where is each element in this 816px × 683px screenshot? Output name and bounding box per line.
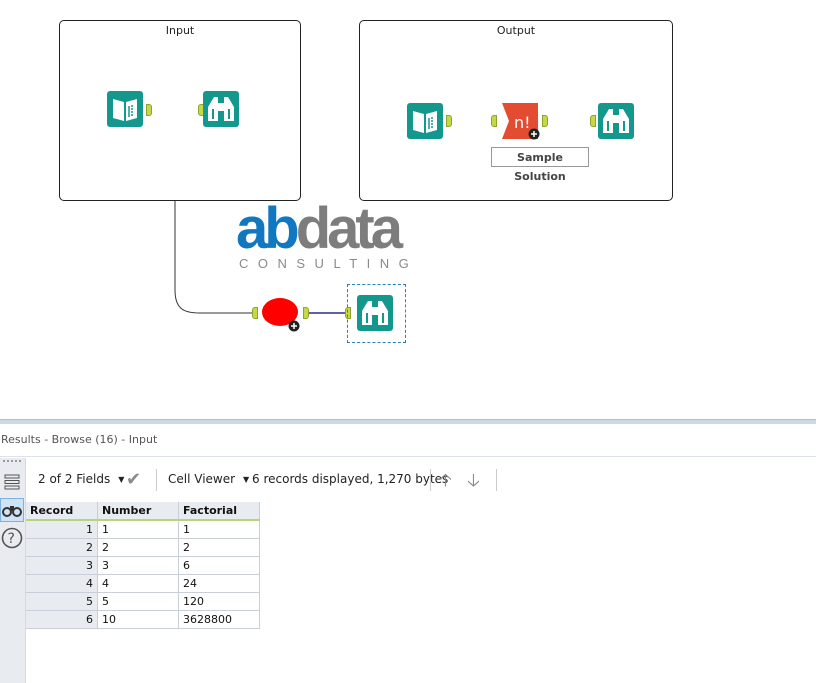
results-grid[interactable]: Record Number Factorial 1 1 1 2 2 2 3 3 … (26, 502, 260, 629)
table-row[interactable]: 3 3 6 (26, 556, 260, 575)
number-cell[interactable]: 2 (97, 538, 179, 557)
svg-text:?: ? (8, 531, 15, 547)
record-cell[interactable]: 2 (26, 538, 98, 557)
grid-header-row: Record Number Factorial (26, 502, 260, 521)
logo-subtitle: CONSULTING (239, 256, 419, 271)
chevron-down-icon: ▼ (243, 475, 250, 484)
factorial-cell[interactable]: 1 (178, 520, 260, 539)
logo-data: data (295, 196, 403, 261)
table-row[interactable]: 2 2 2 (26, 538, 260, 557)
browse-icon (203, 91, 239, 127)
input-anchor[interactable] (491, 115, 497, 127)
list-view-button[interactable] (0, 470, 24, 494)
browse-tool-selected[interactable] (357, 295, 393, 335)
container-input[interactable]: Input (59, 20, 301, 201)
column-header-record[interactable]: Record (26, 502, 98, 521)
table-row[interactable]: 4 4 24 (26, 574, 260, 593)
help-icon: ? (1, 527, 23, 549)
input-anchor[interactable] (252, 307, 258, 319)
arrow-down-icon[interactable]: 🡣 (467, 468, 480, 498)
input-anchor[interactable] (590, 115, 596, 127)
table-row[interactable]: 6 10 3628800 (26, 610, 260, 629)
browse-icon (598, 103, 634, 139)
factorial-macro-tool[interactable]: n! (502, 103, 542, 145)
results-title: Results - Browse (16) - Input (1, 433, 158, 446)
factorial-cell[interactable]: 120 (178, 592, 260, 611)
output-anchor[interactable] (146, 104, 152, 116)
table-row[interactable]: 1 1 1 (26, 520, 260, 539)
viewer-selector[interactable]: Cell Viewer ▼ (168, 472, 249, 486)
tool-annotation[interactable]: Sample Solution (491, 147, 589, 183)
arrow-up-icon[interactable]: 🡡 (439, 468, 452, 498)
error-macro-icon (262, 298, 300, 332)
macro-glyph: n! (514, 113, 531, 132)
number-cell[interactable]: 3 (97, 556, 179, 575)
factorial-cell[interactable]: 24 (178, 574, 260, 593)
help-button[interactable]: ? (0, 526, 24, 550)
browse-icon (357, 295, 393, 331)
results-toolbar: 2 of 2 Fields ▼ ✔ Cell Viewer ▼ 6 records … (26, 460, 816, 500)
number-cell[interactable]: 1 (97, 520, 179, 539)
container-title: Output (496, 24, 536, 37)
workflow-canvas[interactable]: Input Output n! Sample Solution abdata C… (0, 0, 816, 420)
record-cell[interactable]: 6 (26, 610, 98, 629)
abdata-logo: abdata CONSULTING (236, 196, 436, 276)
binoculars-icon (2, 506, 22, 517)
record-cell[interactable]: 4 (26, 574, 98, 593)
number-cell[interactable]: 5 (97, 592, 179, 611)
number-cell[interactable]: 10 (97, 610, 179, 629)
factorial-cell[interactable]: 2 (178, 538, 260, 557)
error-macro-tool[interactable] (261, 296, 303, 336)
input-data-tool[interactable] (107, 91, 143, 131)
toolbar-separator (430, 469, 431, 491)
chevron-down-icon: ▼ (118, 475, 125, 484)
input-data-icon (407, 103, 443, 139)
grip-handle[interactable] (3, 460, 21, 465)
toolbar-separator (156, 469, 157, 491)
record-cell[interactable]: 1 (26, 520, 98, 539)
fields-selector[interactable]: 2 of 2 Fields ▼ (38, 472, 124, 486)
factorial-cell[interactable]: 6 (178, 556, 260, 575)
input-data-tool[interactable] (407, 103, 443, 143)
results-header: Results - Browse (16) - Input (0, 424, 816, 457)
column-header-factorial[interactable]: Factorial (178, 502, 260, 521)
list-icon (4, 474, 20, 490)
results-side-rail: ? (0, 458, 26, 683)
record-cell[interactable]: 3 (26, 556, 98, 575)
output-anchor[interactable] (446, 115, 452, 127)
factorial-cell[interactable]: 3628800 (178, 610, 260, 629)
records-summary: 6 records displayed, 1,270 bytes (252, 472, 449, 486)
input-data-icon (107, 91, 143, 127)
output-anchor[interactable] (303, 307, 309, 319)
number-cell[interactable]: 4 (97, 574, 179, 593)
container-title: Input (165, 24, 195, 37)
browse-view-button[interactable] (0, 498, 24, 522)
browse-tool[interactable] (203, 91, 239, 131)
factorial-macro-icon: n! (502, 103, 540, 140)
checkmark-icon[interactable]: ✔ (126, 469, 141, 490)
column-header-number[interactable]: Number (97, 502, 179, 521)
toolbar-separator (496, 469, 497, 491)
logo-ab: ab (236, 196, 300, 261)
browse-tool[interactable] (598, 103, 634, 143)
record-cell[interactable]: 5 (26, 592, 98, 611)
output-anchor[interactable] (542, 115, 548, 127)
table-row[interactable]: 5 5 120 (26, 592, 260, 611)
